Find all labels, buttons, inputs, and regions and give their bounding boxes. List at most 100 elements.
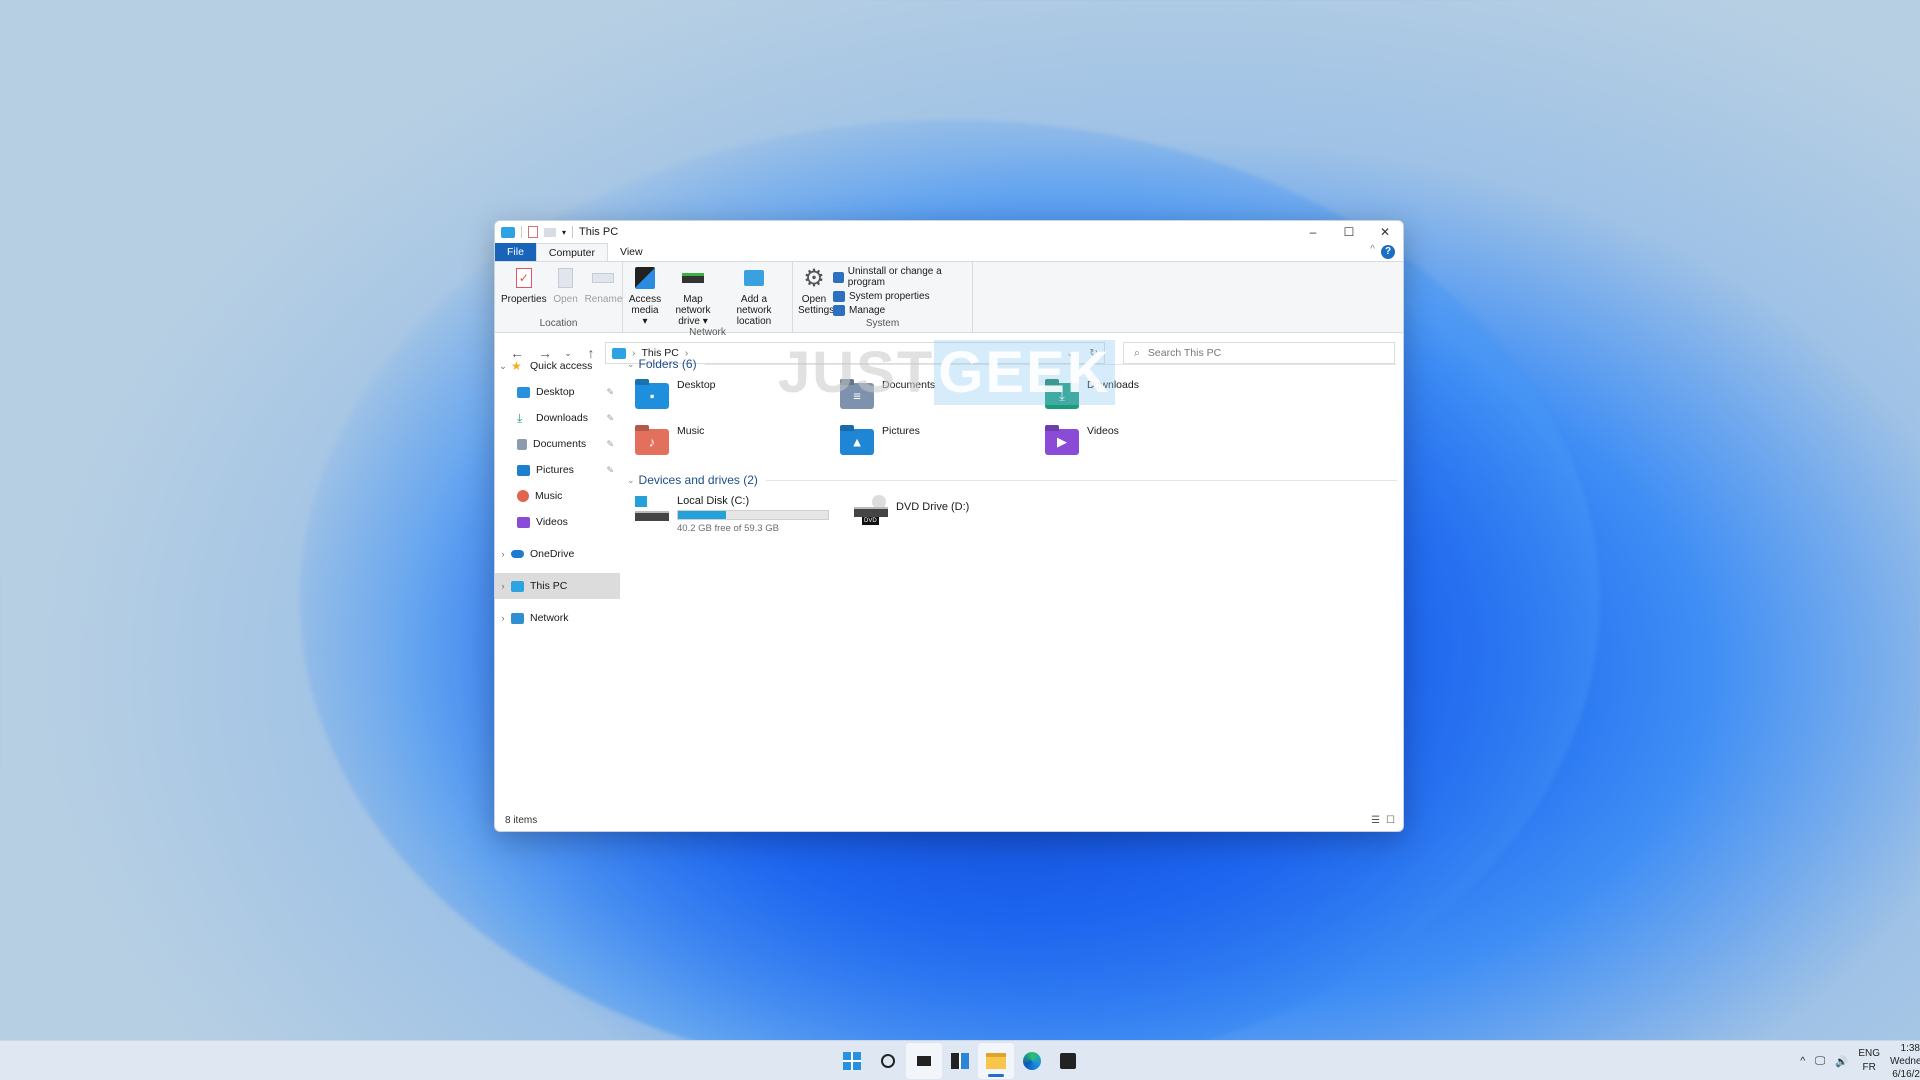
manage-button[interactable]: Manage	[833, 305, 968, 316]
videos-icon	[517, 516, 530, 528]
downloads-folder-icon: ⤓	[1045, 383, 1079, 409]
add-network-location-button[interactable]: Add a network location	[723, 264, 785, 327]
chevron-down-icon[interactable]: ⌄	[495, 361, 511, 372]
folder-icon	[986, 1052, 1006, 1069]
drive-body-icon	[854, 507, 888, 517]
sidebar-item-onedrive[interactable]: › OneDrive	[495, 541, 620, 567]
pictures-folder-icon: ▲	[840, 429, 874, 455]
clock[interactable]: 1:38 Wedne 6/16/2	[1890, 1042, 1920, 1080]
close-button[interactable]: ✕	[1367, 221, 1403, 243]
folder-name: Desktop	[677, 379, 716, 391]
large-icons-view-icon[interactable]: ☐	[1386, 815, 1395, 826]
widgets-button[interactable]	[942, 1043, 978, 1079]
pin-icon[interactable]: ✎	[606, 465, 614, 476]
folder-item-videos[interactable]: ▶ Videos	[1045, 425, 1250, 465]
access-media-button[interactable]: Access media ▾	[627, 264, 663, 327]
folder-item-pictures[interactable]: ▲ Pictures	[840, 425, 1045, 465]
system-properties-icon	[833, 291, 845, 302]
chevron-right-icon[interactable]: ›	[495, 581, 511, 591]
properties-label: Properties	[501, 294, 547, 305]
drive-item-c[interactable]: Local Disk (C:) 40.2 GB free of 59.3 GB	[635, 495, 840, 534]
chevron-right-icon[interactable]: ›	[495, 549, 511, 559]
collapse-ribbon-icon[interactable]: ^	[1370, 244, 1375, 255]
folder-item-documents[interactable]: ≡ Documents	[840, 379, 1045, 419]
store-button[interactable]	[1050, 1043, 1086, 1079]
folder-glyph: ▶	[1057, 434, 1067, 449]
search-icon	[881, 1053, 895, 1068]
task-view-button[interactable]	[906, 1042, 942, 1079]
sidebar-item-quick-access[interactable]: ⌄ ★ Quick access	[495, 353, 620, 379]
uninstall-icon	[833, 271, 844, 283]
folder-name: Downloads	[1087, 379, 1139, 391]
folder-item-downloads[interactable]: ⤓ Downloads	[1045, 379, 1250, 419]
system-tray: ^ 🖵 🔊 ENG FR 1:38 Wedne 6/16/2	[1800, 1041, 1920, 1080]
separator	[521, 226, 522, 238]
pin-icon[interactable]: ✎	[606, 413, 614, 424]
minimize-button[interactable]: –	[1295, 221, 1331, 243]
sidebar-item-label: Documents	[533, 438, 587, 450]
new-folder-qat-icon[interactable]	[544, 227, 556, 237]
desktop-icon	[517, 386, 530, 398]
tab-file[interactable]: File	[495, 243, 536, 261]
volume-icon[interactable]: 🔊	[1835, 1055, 1848, 1068]
sidebar-item-documents[interactable]: Documents ✎	[495, 431, 620, 457]
properties-button[interactable]: ✓ Properties	[499, 264, 549, 318]
sidebar-item-network[interactable]: › Network	[495, 605, 620, 631]
folders-group-header[interactable]: ⌄ Folders (6)	[625, 353, 1403, 375]
file-explorer-taskbar-button[interactable]	[978, 1042, 1014, 1079]
open-settings-button[interactable]: ⚙ Open Settings	[797, 264, 835, 318]
sidebar-item-music[interactable]: Music	[495, 483, 620, 509]
sidebar-item-pictures[interactable]: Pictures ✎	[495, 457, 620, 483]
open-button[interactable]: Open	[551, 264, 581, 318]
chevron-down-icon[interactable]: ⌄	[627, 359, 635, 370]
sidebar-item-downloads[interactable]: ⤓ Downloads ✎	[495, 405, 620, 431]
edge-icon	[1023, 1051, 1041, 1070]
input-language-indicator[interactable]: ENG FR	[1858, 1047, 1880, 1075]
clock-day: Wedne	[1890, 1055, 1920, 1067]
search-button[interactable]	[870, 1043, 906, 1079]
manage-icon	[833, 305, 845, 316]
file-explorer-window: ▾ This PC – ☐ ✕ File Computer View ^ ? ✓…	[494, 220, 1404, 832]
properties-qat-icon[interactable]	[528, 226, 538, 238]
drive-item-d[interactable]: DVD DVD Drive (D:)	[854, 495, 1059, 534]
uninstall-program-button[interactable]: Uninstall or change a program	[833, 266, 968, 288]
rename-icon	[592, 273, 615, 283]
content-pane: ⌄ Folders (6) ▪ Desktop ≡ Documents ⤓ Download…	[625, 353, 1403, 809]
tab-computer[interactable]: Computer	[535, 243, 609, 261]
drive-name: DVD Drive (D:)	[896, 501, 970, 513]
rename-button[interactable]: Rename	[583, 264, 625, 318]
drives-group-header[interactable]: ⌄ Devices and drives (2)	[625, 469, 1403, 491]
clock-date: 6/16/2	[1892, 1068, 1920, 1080]
sidebar-item-this-pc[interactable]: › This PC	[495, 573, 620, 599]
group-label: System	[865, 318, 900, 329]
title-bar[interactable]: ▾ This PC – ☐ ✕	[495, 221, 1403, 243]
running-indicator	[988, 1073, 1004, 1077]
sidebar-item-desktop[interactable]: Desktop ✎	[495, 379, 620, 405]
ribbon: ✓ Properties Open Rename Location Access…	[495, 261, 1403, 338]
pin-icon[interactable]: ✎	[606, 439, 614, 450]
maximize-button[interactable]: ☐	[1331, 221, 1367, 243]
sidebar-item-videos[interactable]: Videos	[495, 509, 620, 535]
tab-view[interactable]: View	[608, 243, 655, 261]
map-network-drive-button[interactable]: Map network drive ▾	[665, 264, 721, 327]
chevron-right-icon[interactable]: ›	[495, 613, 511, 623]
open-settings-label: Open Settings	[798, 294, 835, 316]
details-view-icon[interactable]: ☰	[1371, 815, 1380, 826]
show-hidden-icons-button[interactable]: ^	[1800, 1055, 1805, 1067]
windows-logo-icon	[843, 1051, 861, 1070]
task-view-icon	[917, 1055, 931, 1066]
customize-qat-icon[interactable]: ▾	[562, 228, 566, 237]
pin-icon[interactable]: ✎	[606, 387, 614, 398]
system-properties-button[interactable]: System properties	[833, 291, 968, 302]
network-status-icon[interactable]: 🖵	[1815, 1055, 1825, 1068]
this-pc-icon	[501, 226, 515, 238]
folder-item-music[interactable]: ♪ Music	[635, 425, 840, 465]
drives-header-label: Devices and drives (2)	[638, 473, 758, 487]
help-icon[interactable]: ?	[1381, 245, 1395, 259]
sidebar-item-label: This PC	[530, 580, 568, 592]
sidebar-item-label: Network	[530, 612, 569, 624]
start-button[interactable]	[834, 1043, 870, 1079]
chevron-down-icon[interactable]: ⌄	[627, 475, 635, 486]
folder-item-desktop[interactable]: ▪ Desktop	[635, 379, 840, 419]
edge-button[interactable]	[1014, 1043, 1050, 1079]
